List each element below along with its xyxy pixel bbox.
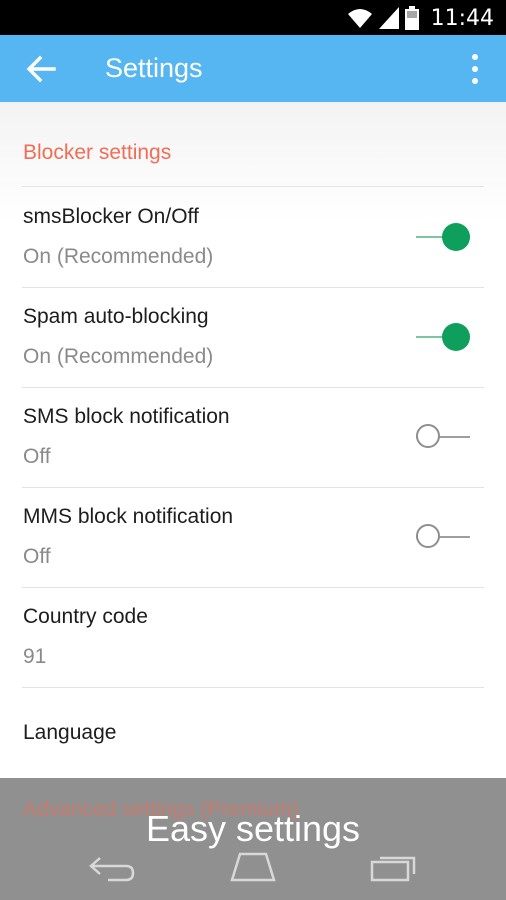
nav-recents-icon[interactable] xyxy=(370,852,420,882)
sms-block-notification-switch[interactable] xyxy=(416,421,470,453)
back-button[interactable] xyxy=(22,51,60,87)
setting-subtitle: Off xyxy=(23,545,51,568)
nav-back-icon[interactable] xyxy=(88,854,136,882)
settings-list: Blocker settings smsBlocker On/Off On (R… xyxy=(0,102,506,778)
sms-blocker-switch[interactable] xyxy=(416,221,470,253)
spam-auto-blocking-switch[interactable] xyxy=(416,321,470,353)
status-clock: 11:44 xyxy=(430,5,494,31)
status-icons: 11:44 xyxy=(347,5,494,31)
switch-thumb xyxy=(416,524,440,548)
setting-title: smsBlocker On/Off xyxy=(23,205,199,228)
nav-home-icon[interactable] xyxy=(226,852,280,882)
wifi-icon xyxy=(347,9,372,28)
page-title: Settings xyxy=(105,53,203,83)
setting-subtitle: On (Recommended) xyxy=(23,345,214,368)
app-bar: Settings xyxy=(0,35,506,102)
setting-sms-block-notification[interactable]: SMS block notification Off xyxy=(0,387,506,487)
setting-country-code[interactable]: Country code 91 xyxy=(0,587,506,687)
setting-title: Country code xyxy=(23,605,148,628)
setting-subtitle: Off xyxy=(23,445,51,468)
setting-subtitle: On (Recommended) xyxy=(23,245,214,268)
overlay-caption: Easy settings xyxy=(145,808,361,849)
section-header-blocker: Blocker settings xyxy=(23,141,172,164)
setting-title: Spam auto-blocking xyxy=(23,305,209,328)
more-vert-icon xyxy=(472,54,478,84)
switch-thumb xyxy=(416,424,440,448)
setting-title: SMS block notification xyxy=(23,405,230,428)
setting-mms-block-notification[interactable]: MMS block notification Off xyxy=(0,487,506,587)
mms-block-notification-switch[interactable] xyxy=(416,521,470,553)
setting-sms-blocker[interactable]: smsBlocker On/Off On (Recommended) xyxy=(0,187,506,287)
switch-thumb xyxy=(442,323,470,351)
switch-thumb xyxy=(442,223,470,251)
arrow-left-icon xyxy=(26,55,56,83)
setting-title: MMS block notification xyxy=(23,505,234,528)
setting-language[interactable]: Language xyxy=(0,687,506,777)
battery-icon xyxy=(404,6,419,30)
overflow-menu-button[interactable] xyxy=(464,51,486,87)
status-bar: 11:44 xyxy=(0,0,506,35)
signal-icon xyxy=(378,7,399,29)
setting-title: Language xyxy=(23,721,117,744)
setting-spam-auto-blocking[interactable]: Spam auto-blocking On (Recommended) xyxy=(0,287,506,387)
setting-subtitle: 91 xyxy=(23,645,47,668)
